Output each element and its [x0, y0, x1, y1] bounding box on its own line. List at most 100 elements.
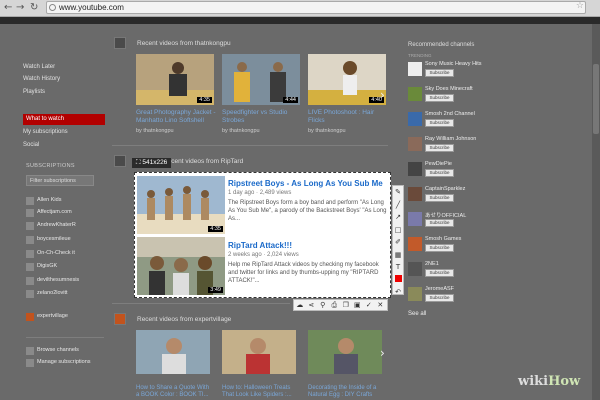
video-thumbnail[interactable]: 4:40 [308, 54, 386, 105]
subscribe-button[interactable]: Subscribe [425, 294, 454, 302]
upload-cloud-icon[interactable]: ☁ [294, 300, 306, 310]
share-icon[interactable]: ⋖ [306, 300, 318, 310]
section-title[interactable]: Recent videos from thatnkongpu [137, 40, 231, 47]
video-title[interactable]: Decorating the Inside of a Natural Egg :… [308, 385, 386, 399]
sub-item[interactable]: Affectjam.com [26, 208, 72, 217]
subscribe-button[interactable]: Subscribe [425, 169, 454, 177]
channel-avatar[interactable] [408, 212, 422, 226]
video-title[interactable]: How to Share a Quote With a BOOK Color :… [136, 385, 214, 399]
video-thumbnail[interactable] [222, 330, 296, 374]
next-arrow-icon[interactable]: › [380, 346, 385, 360]
channel-name[interactable]: Sony Music Heavy Hits [425, 61, 482, 67]
screenshot-selection[interactable]: 4:35 Ripstreet Boys - As Long As You Sub… [134, 172, 391, 298]
nav-watch-history[interactable]: Watch History [23, 76, 60, 82]
channel-avatar[interactable] [408, 162, 422, 176]
channel-avatar[interactable] [408, 62, 422, 76]
sub-item[interactable]: AndrewKhaterR [26, 221, 76, 230]
video-thumbnail[interactable] [136, 330, 210, 374]
channel-avatar[interactable] [408, 262, 422, 276]
subscribe-button[interactable]: Subscribe [425, 94, 454, 102]
subscribe-button[interactable]: Subscribe [425, 119, 454, 127]
arrow-tool-icon[interactable]: ↗ [393, 211, 403, 224]
sub-item[interactable]: boycesmileue [26, 235, 71, 244]
channel-name[interactable]: Smosh Games [425, 236, 461, 242]
channel-name[interactable]: CaptainSparklez [425, 186, 465, 192]
nav-my-subscriptions[interactable]: My subscriptions [23, 129, 68, 135]
video-title[interactable]: Speedfighter vs Studio Strobes [222, 109, 302, 125]
video-thumbnail[interactable]: 4:35 [137, 176, 225, 234]
video-title[interactable]: LIVE Photoshoot : Hair Flicks [308, 109, 388, 125]
rectangle-icon[interactable]: □ [393, 224, 403, 237]
channel-avatar[interactable] [408, 137, 422, 151]
text-tool-icon[interactable]: T [393, 261, 403, 274]
nav-social[interactable]: Social [23, 142, 39, 148]
channel-icon[interactable] [114, 313, 126, 325]
channel-name[interactable]: Sky Does Minecraft [425, 86, 473, 92]
channel-name[interactable]: 2NE1 [425, 261, 439, 267]
blur-icon[interactable]: ▦ [393, 249, 403, 262]
video-uploader[interactable]: by thatnkongpu [136, 128, 174, 134]
video-thumbnail[interactable]: 4:44 [222, 54, 300, 105]
line-icon[interactable]: ╱ [393, 199, 403, 212]
nav-playlists[interactable]: Playlists [23, 89, 45, 95]
section-title[interactable]: Recent videos from expertvillage [137, 316, 231, 323]
scrollbar[interactable] [592, 24, 600, 400]
channel-name[interactable]: Ray William Johnson [425, 136, 476, 142]
channel-avatar[interactable] [408, 87, 422, 101]
close-icon[interactable]: ✕ [375, 300, 387, 310]
video-title[interactable]: How to: Halloween Treats That Look Like … [222, 385, 300, 399]
video-title[interactable]: Great Photography Jacket - Manhatto Lino… [136, 109, 216, 125]
subscribe-button[interactable]: Subscribe [425, 269, 454, 277]
video-thumbnail[interactable]: 4:35 [136, 54, 214, 105]
channel-icon[interactable] [114, 155, 126, 167]
sub-item[interactable]: Allen Kids [26, 196, 61, 205]
video-thumbnail[interactable]: 3:49 [137, 237, 225, 295]
next-arrow-icon[interactable]: › [380, 88, 385, 102]
video-uploader[interactable]: by thatnkongpu [308, 128, 346, 134]
video-uploader[interactable]: by thatnkongpu [222, 128, 260, 134]
channel-avatar[interactable] [408, 112, 422, 126]
video-thumbnail[interactable] [308, 330, 382, 374]
save-icon[interactable]: ▣ [352, 300, 364, 310]
channel-name[interactable]: PewDiePie [425, 161, 452, 167]
reload-icon[interactable]: ↻ [30, 2, 38, 13]
nav-what-to-watch[interactable]: What to watch [23, 114, 105, 125]
subscribe-button[interactable]: Subscribe [425, 194, 454, 202]
sub-item[interactable]: expertvillage [26, 312, 68, 321]
video-title[interactable]: Ripstreet Boys - As Long As You Sub Me [228, 179, 383, 188]
sub-item[interactable]: DigisGK [26, 262, 57, 271]
channel-name[interactable]: あせりOFFICIAL [425, 211, 466, 219]
browse-channels-link[interactable]: Browse channels [26, 346, 79, 355]
section-title[interactable]: Recent videos from RipTard [163, 158, 243, 165]
done-icon[interactable]: ✓ [363, 300, 375, 310]
video-title[interactable]: RipTard Attack!!! [228, 241, 292, 250]
channel-name[interactable]: Smosh 2nd Channel [425, 111, 475, 117]
subscribe-button[interactable]: Subscribe [425, 69, 454, 77]
channel-avatar[interactable] [408, 287, 422, 301]
nav-watch-later[interactable]: Watch Later [23, 64, 55, 70]
channel-avatar[interactable] [408, 187, 422, 201]
subscribe-button[interactable]: Subscribe [425, 219, 454, 227]
see-all-link[interactable]: See all [408, 311, 426, 317]
sub-item[interactable]: On-Ch-Check it [26, 249, 75, 258]
marker-icon[interactable]: ✐ [393, 236, 403, 249]
back-icon[interactable]: ← [4, 2, 12, 13]
bookmark-star-icon[interactable]: ☆ [576, 1, 584, 11]
forward-icon[interactable]: → [16, 2, 24, 13]
color-picker-icon[interactable] [393, 274, 403, 287]
subscribe-button[interactable]: Subscribe [425, 244, 454, 252]
pen-icon[interactable]: ✎ [393, 186, 403, 199]
subscribe-button[interactable]: Subscribe [425, 144, 454, 152]
manage-subscriptions-link[interactable]: Manage subscriptions [26, 358, 91, 367]
search-image-icon[interactable]: ⚲ [317, 300, 329, 310]
address-bar[interactable]: www.youtube.com [46, 1, 586, 14]
filter-subscriptions-input[interactable]: Filter subscriptions [26, 175, 94, 186]
sub-item[interactable]: zelano2lovitt [26, 289, 68, 298]
sub-item[interactable]: devilthesumnesis [26, 276, 79, 285]
channel-name[interactable]: JeromeASF [425, 286, 454, 292]
undo-icon[interactable]: ↶ [393, 286, 403, 299]
channel-icon[interactable] [114, 37, 126, 49]
copy-icon[interactable]: ❐ [340, 300, 352, 310]
print-icon[interactable]: ⎙ [329, 300, 341, 310]
channel-avatar[interactable] [408, 237, 422, 251]
